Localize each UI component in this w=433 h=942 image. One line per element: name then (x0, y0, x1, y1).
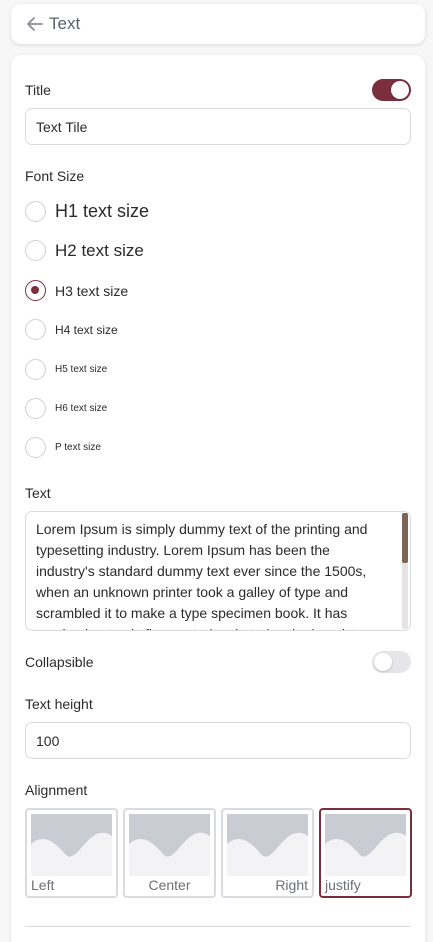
image-placeholder-icon (129, 814, 210, 876)
radio-label-h3: H3 text size (55, 282, 129, 299)
radio-button[interactable] (25, 240, 46, 261)
page-title: Text (49, 14, 81, 33)
align-justify-option[interactable]: justify (319, 808, 412, 898)
text-height-input[interactable] (25, 722, 411, 759)
alignment-options: Left Center Right justify (25, 808, 412, 898)
collapsible-label: Collapsible (25, 654, 94, 670)
text-textarea[interactable]: Lorem Ipsum is simply dummy text of the … (25, 511, 411, 631)
text-label: Text (25, 485, 51, 501)
header-bar: Text (11, 4, 425, 44)
collapsible-toggle[interactable] (372, 651, 411, 673)
radio-button-checked[interactable] (25, 280, 46, 301)
radio-button[interactable] (25, 359, 46, 380)
textarea-content: Lorem Ipsum is simply dummy text of the … (36, 521, 368, 630)
align-right-option[interactable]: Right (221, 808, 314, 898)
alignment-label: Alignment (25, 782, 88, 798)
title-label: Title (25, 82, 51, 98)
radio-h4[interactable]: H4 text size (25, 319, 118, 340)
settings-panel: Title Font Size H1 text size H2 text siz… (11, 55, 425, 942)
align-left-option[interactable]: Left (25, 808, 118, 898)
radio-button[interactable] (25, 319, 46, 340)
image-placeholder-icon (227, 814, 308, 876)
radio-p[interactable]: P text size (25, 437, 101, 458)
radio-button[interactable] (25, 201, 46, 222)
align-center-label: Center (148, 877, 191, 893)
text-height-label: Text height (25, 696, 93, 712)
toggle-knob (374, 653, 392, 671)
align-center-option[interactable]: Center (123, 808, 216, 898)
title-toggle[interactable] (372, 79, 411, 101)
align-justify-label: justify (325, 877, 361, 893)
image-placeholder-icon (31, 814, 112, 876)
image-placeholder-icon (325, 814, 406, 876)
radio-label-h5: H5 text size (55, 364, 108, 375)
title-input[interactable] (25, 108, 411, 145)
align-left-label: Left (31, 877, 55, 893)
radio-h3[interactable]: H3 text size (25, 280, 128, 301)
arrow-left-icon[interactable] (25, 14, 45, 34)
radio-button[interactable] (25, 398, 46, 419)
font-size-label: Font Size (25, 168, 85, 184)
radio-h2[interactable]: H2 text size (25, 240, 144, 261)
radio-label-h6: H6 text size (55, 403, 108, 414)
radio-label-h4: H4 text size (55, 322, 118, 337)
radio-h5[interactable]: H5 text size (25, 359, 107, 380)
radio-h1[interactable]: H1 text size (25, 201, 149, 222)
radio-label-h2: H2 text size (55, 240, 144, 260)
divider (25, 926, 411, 927)
toggle-knob (391, 81, 409, 99)
radio-h6[interactable]: H6 text size (25, 398, 107, 419)
radio-label-p: P text size (55, 442, 101, 453)
radio-button[interactable] (25, 437, 46, 458)
scrollbar-thumb[interactable] (402, 513, 408, 563)
radio-label-h1: H1 text size (55, 201, 150, 221)
align-right-label: Right (275, 877, 308, 893)
